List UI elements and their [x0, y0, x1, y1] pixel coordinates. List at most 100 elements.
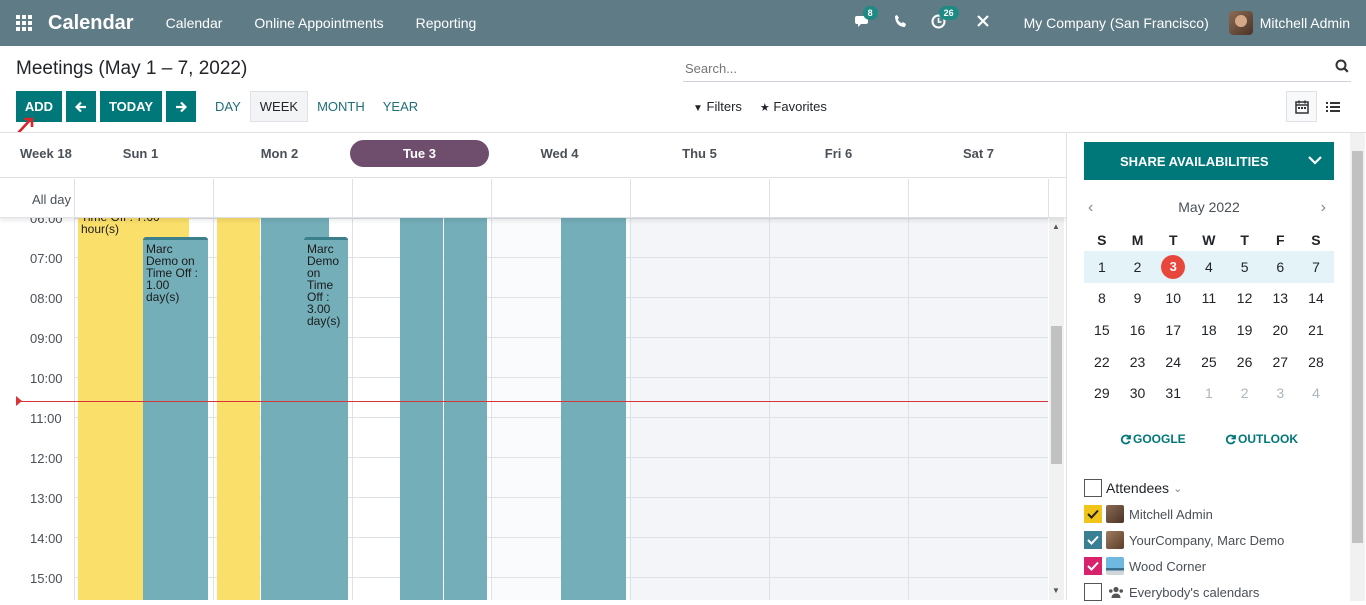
attendee-checkbox[interactable] — [1084, 505, 1102, 523]
attendee-wood-corner[interactable]: Wood Corner — [1084, 553, 1344, 579]
date-cell[interactable]: 5 — [1227, 259, 1263, 275]
top-navbar: Calendar Calendar Online Appointments Re… — [0, 0, 1366, 46]
date-cell[interactable]: 7 — [1298, 259, 1334, 275]
scale-year[interactable]: YEAR — [374, 91, 427, 122]
day-header-sat[interactable]: Sat 7 — [909, 146, 1048, 161]
scale-week[interactable]: WEEK — [249, 91, 309, 122]
event-time-off[interactable] — [444, 218, 487, 600]
chat-icon[interactable]: 8 — [854, 5, 878, 33]
date-cell[interactable]: 15 — [1084, 322, 1120, 338]
current-time-line — [20, 401, 1048, 402]
filters-button[interactable]: ▼ Filters — [693, 99, 742, 114]
attendee-checkbox[interactable] — [1084, 531, 1102, 549]
tools-icon[interactable] — [974, 14, 992, 32]
attendees-filter: Attendees ⌄ Mitchell Admin YourCompany, … — [1084, 475, 1344, 605]
date-cell[interactable]: 20 — [1262, 322, 1298, 338]
day-header-wed[interactable]: Wed 4 — [490, 146, 629, 161]
date-cell[interactable]: 2 — [1227, 385, 1263, 401]
outlook-sync-button[interactable]: OUTLOOK — [1225, 432, 1298, 446]
date-cell[interactable]: 13 — [1262, 290, 1298, 306]
today-button[interactable]: TODAY — [100, 91, 162, 122]
google-sync-button[interactable]: GOOGLE — [1120, 432, 1186, 446]
day-header-tue[interactable]: Tue 3 — [350, 146, 489, 161]
date-cell[interactable]: 2 — [1120, 259, 1156, 275]
nav-reporting[interactable]: Reporting — [416, 15, 477, 31]
chevron-right-icon[interactable]: › — [1321, 199, 1326, 217]
company-switcher[interactable]: My Company (San Francisco) — [1024, 15, 1209, 31]
event-title: Marc Demo on Time Off : 3.00 day(s) — [307, 242, 341, 328]
attendees-header[interactable]: Attendees ⌄ — [1084, 475, 1344, 501]
phone-icon[interactable] — [892, 14, 910, 32]
event-time-off[interactable] — [217, 218, 260, 600]
date-cell-today[interactable]: 3 — [1155, 254, 1191, 279]
activity-clock-icon[interactable]: 26 — [930, 5, 959, 33]
date-cell[interactable]: 16 — [1120, 322, 1156, 338]
date-cell[interactable]: 30 — [1120, 385, 1156, 401]
apps-menu-icon[interactable] — [16, 15, 32, 31]
date-cell[interactable]: 12 — [1227, 290, 1263, 306]
date-cell[interactable]: 28 — [1298, 354, 1334, 370]
sidebar-scrollbar[interactable] — [1350, 133, 1365, 601]
user-menu[interactable]: Mitchell Admin — [1228, 11, 1350, 35]
event-time-off[interactable] — [400, 218, 443, 600]
attendee-marc-demo[interactable]: YourCompany, Marc Demo — [1084, 527, 1344, 553]
attendee-mitchell-admin[interactable]: Mitchell Admin — [1084, 501, 1344, 527]
event-marc-time-off-3d[interactable]: Marc Demo on Time Off : 3.00 day(s) — [304, 237, 348, 600]
nav-online-appointments[interactable]: Online Appointments — [254, 15, 383, 31]
mini-calendar-month: May 2022 — [1178, 199, 1240, 215]
date-cell[interactable]: 23 — [1120, 354, 1156, 370]
share-availabilities-button[interactable]: SHARE AVAILABILITIES — [1084, 142, 1334, 180]
date-cell[interactable]: 27 — [1262, 354, 1298, 370]
next-button[interactable] — [166, 91, 196, 122]
event-marc-time-off[interactable]: Marc Demo on Time Off : 1.00 day(s) — [143, 237, 208, 600]
date-cell[interactable]: 6 — [1262, 259, 1298, 275]
calendar-scrollbar[interactable]: ▲ ▼ — [1049, 218, 1064, 600]
avatar — [1106, 531, 1124, 549]
previous-button[interactable] — [66, 91, 96, 122]
attendee-checkbox[interactable] — [1084, 557, 1102, 575]
everybody-checkbox[interactable] — [1084, 583, 1102, 601]
list-view-button[interactable] — [1317, 91, 1348, 122]
date-cell[interactable]: 17 — [1155, 322, 1191, 338]
date-cell[interactable]: 31 — [1155, 385, 1191, 401]
day-header-fri[interactable]: Fri 6 — [769, 146, 908, 161]
date-cell[interactable]: 8 — [1084, 290, 1120, 306]
week-calendar: Week 18 Sun 1 Mon 2 Tue 3 Wed 4 Thu 5 Fr… — [0, 132, 1066, 600]
date-cell[interactable]: 21 — [1298, 322, 1334, 338]
date-cell[interactable]: 25 — [1191, 354, 1227, 370]
day-header-mon[interactable]: Mon 2 — [210, 146, 349, 161]
date-cell[interactable]: 11 — [1191, 290, 1227, 306]
date-cell[interactable]: 26 — [1227, 354, 1263, 370]
date-cell[interactable]: 3 — [1262, 385, 1298, 401]
all-day-row[interactable]: All day — [0, 179, 1066, 218]
date-cell[interactable]: 1 — [1084, 259, 1120, 275]
check-icon — [1087, 561, 1099, 571]
date-cell[interactable]: 14 — [1298, 290, 1334, 306]
date-cell[interactable]: 4 — [1191, 259, 1227, 275]
scale-month[interactable]: MONTH — [308, 91, 374, 122]
search-input[interactable] — [683, 56, 1323, 80]
time-grid[interactable]: 06:00 07:00 08:00 09:00 10:00 11:00 12:0… — [0, 218, 1066, 600]
date-cell[interactable]: 9 — [1120, 290, 1156, 306]
date-cell[interactable]: 1 — [1191, 385, 1227, 401]
day-header-sun[interactable]: Sun 1 — [71, 146, 210, 161]
user-avatar — [1228, 11, 1253, 35]
date-cell[interactable]: 19 — [1227, 322, 1263, 338]
search-icon[interactable] — [1335, 59, 1349, 73]
scale-day[interactable]: DAY — [206, 91, 250, 122]
favorites-button[interactable]: ★ Favorites — [760, 99, 827, 114]
event-time-off[interactable] — [561, 218, 626, 600]
date-cell[interactable]: 29 — [1084, 385, 1120, 401]
date-cell[interactable]: 4 — [1298, 385, 1334, 401]
calendar-view-button[interactable] — [1286, 91, 1317, 122]
date-cell[interactable]: 22 — [1084, 354, 1120, 370]
attendees-checkbox[interactable] — [1084, 479, 1102, 497]
weekday-label: S — [1311, 232, 1321, 248]
day-header-thu[interactable]: Thu 5 — [630, 146, 769, 161]
everybody-calendars[interactable]: Everybody's calendars — [1084, 579, 1344, 605]
date-cell[interactable]: 18 — [1191, 322, 1227, 338]
app-title[interactable]: Calendar — [48, 12, 134, 35]
date-cell[interactable]: 10 — [1155, 290, 1191, 306]
date-cell[interactable]: 24 — [1155, 354, 1191, 370]
nav-calendar[interactable]: Calendar — [166, 15, 223, 31]
